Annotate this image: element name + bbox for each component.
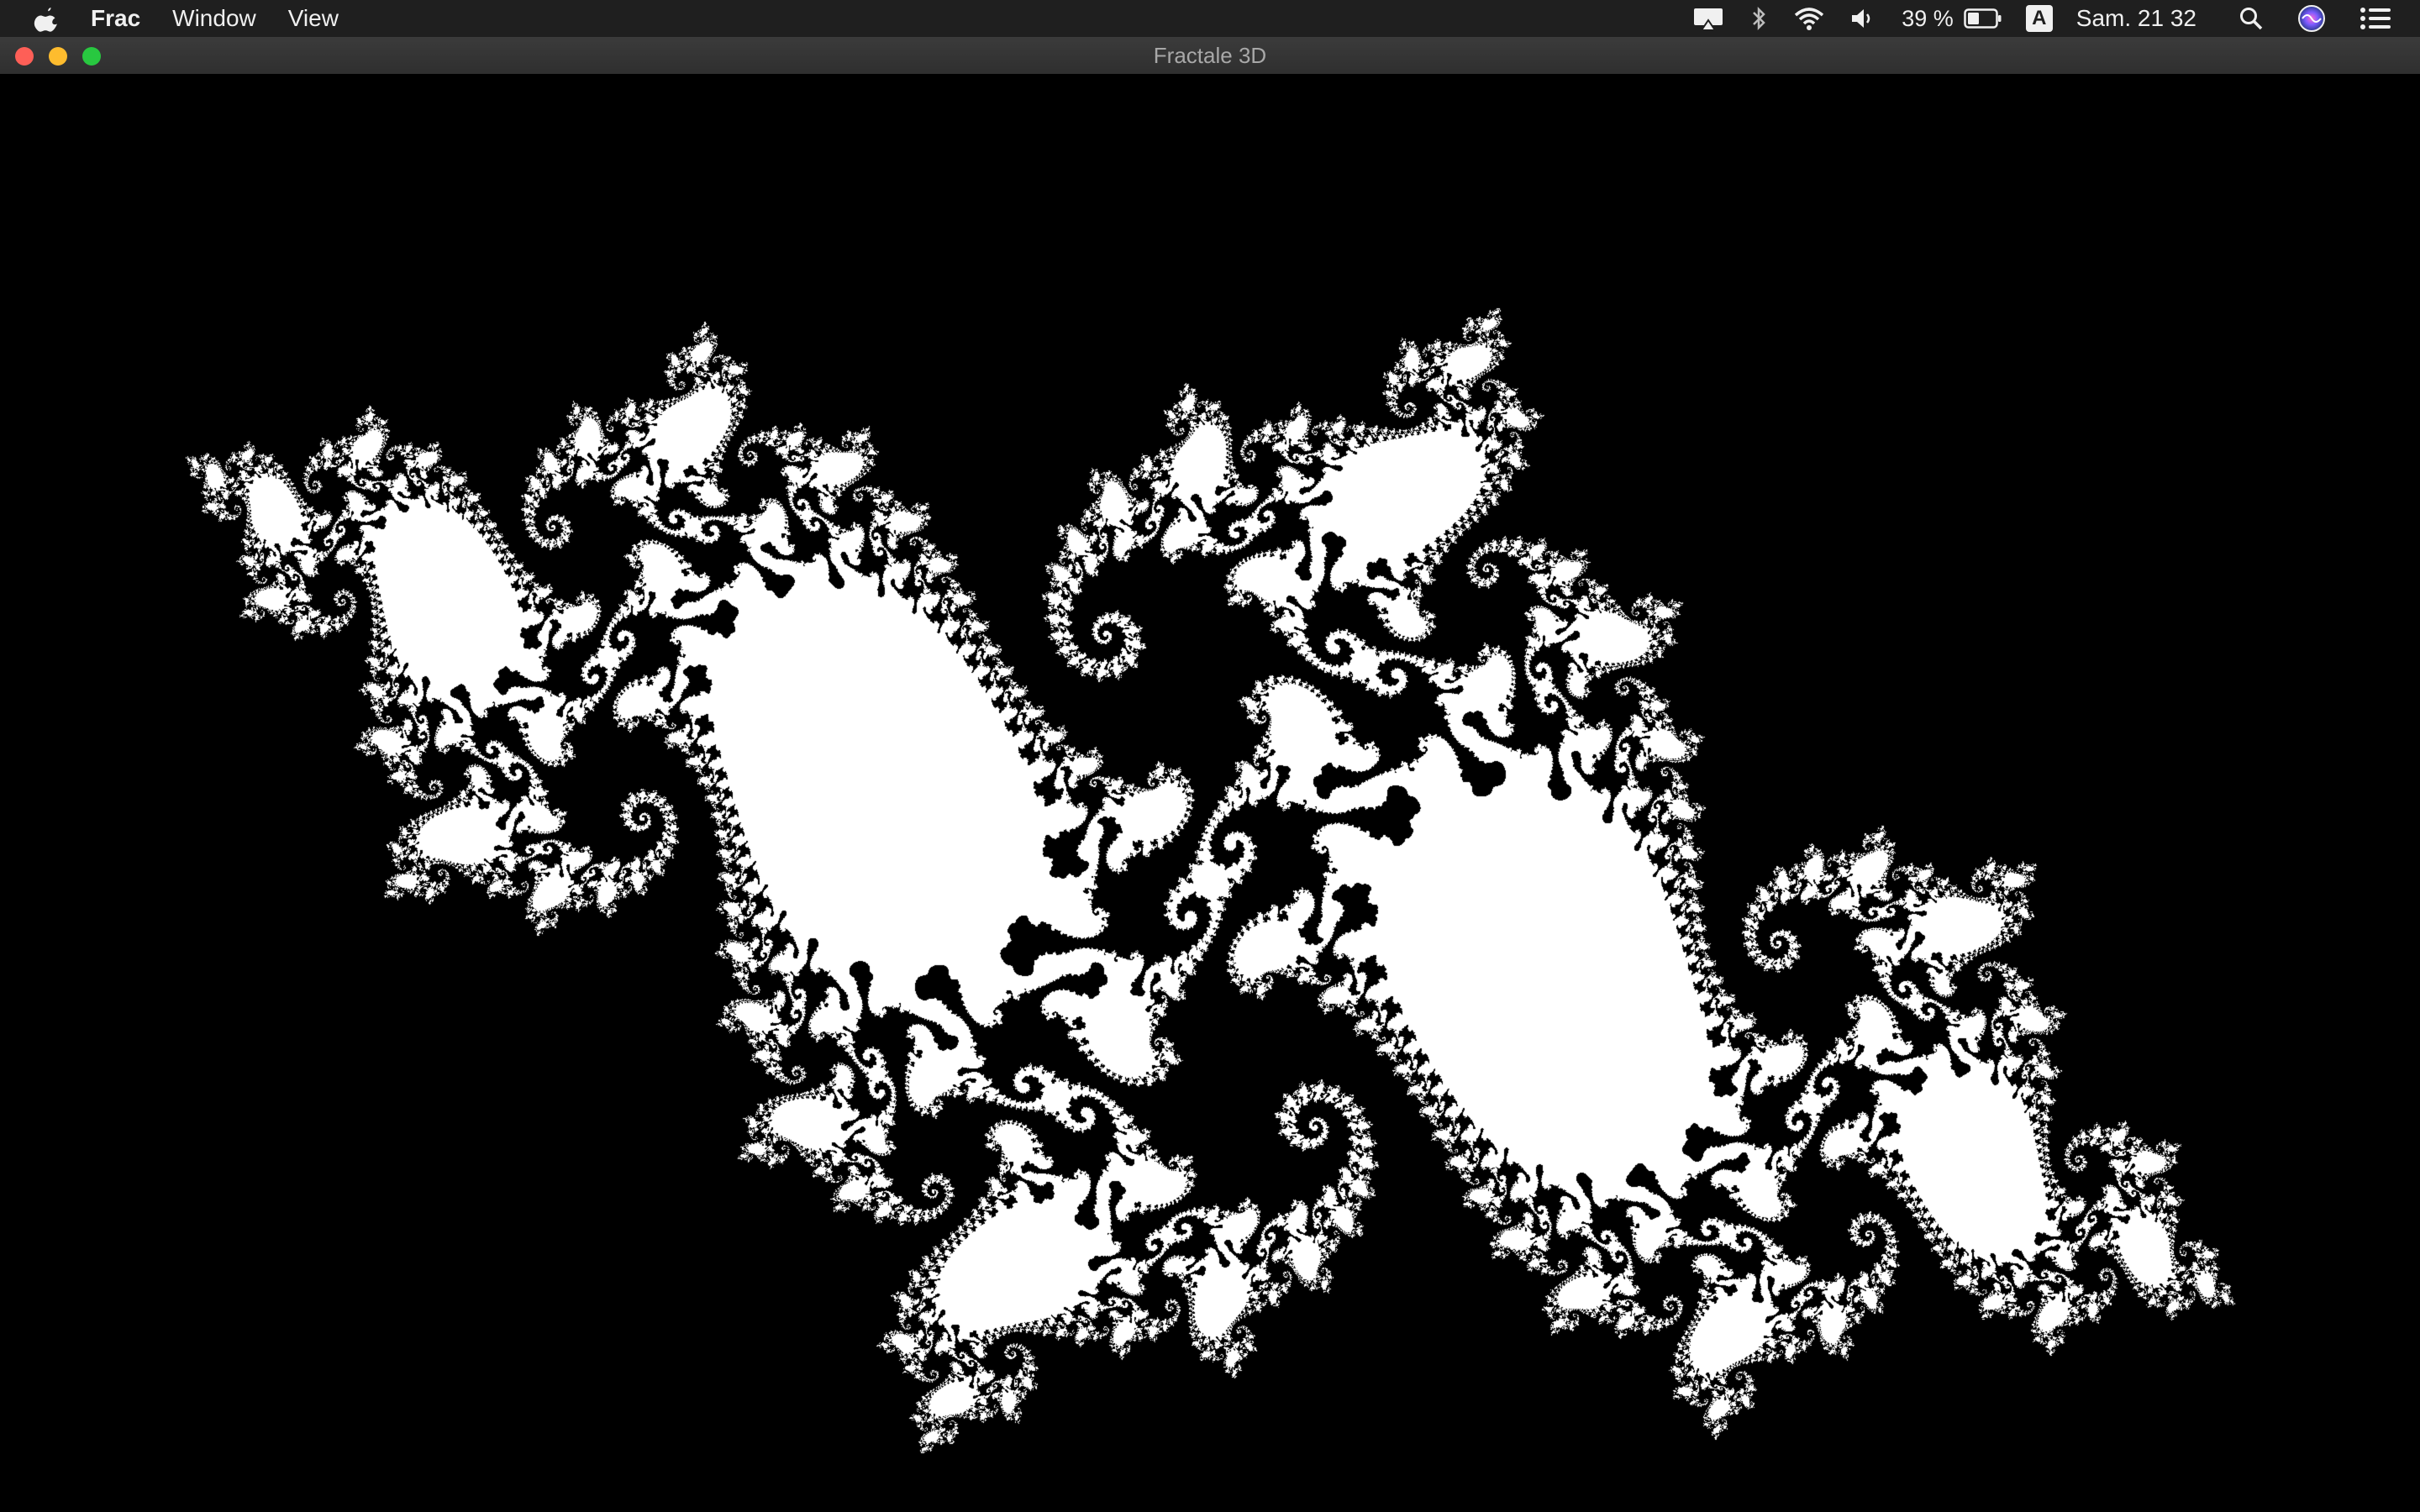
menu-window[interactable]: Window [172, 5, 256, 32]
app-window: Fractale 3D [0, 37, 2420, 1512]
menu-bar: Frac Window View 39 % A Sam. 21 32 [0, 0, 2420, 37]
search-icon[interactable] [2238, 6, 2264, 31]
menu-app-name[interactable]: Frac [91, 5, 140, 32]
menu-view[interactable]: View [288, 5, 339, 32]
window-titlebar[interactable]: Fractale 3D [0, 37, 2420, 75]
notification-center-icon[interactable] [2360, 6, 2391, 31]
fractal-canvas[interactable] [0, 74, 2420, 1512]
window-title: Fractale 3D [1153, 43, 1267, 68]
airplay-display-icon[interactable] [1691, 5, 1725, 32]
wifi-icon[interactable] [1792, 5, 1826, 32]
input-source-badge[interactable]: A [2025, 5, 2053, 32]
speaker-volume-icon[interactable] [1849, 5, 1878, 32]
battery-icon [1964, 8, 2002, 29]
battery-status[interactable]: 39 % [1902, 6, 2002, 32]
julia-fractal-render [0, 74, 2420, 1512]
apple-logo-icon[interactable] [32, 4, 60, 33]
menu-clock[interactable]: Sam. 21 32 [2076, 5, 2196, 32]
battery-percent: 39 % [1902, 5, 1954, 31]
siri-icon[interactable] [2297, 4, 2326, 33]
bluetooth-icon[interactable] [1749, 5, 1769, 32]
